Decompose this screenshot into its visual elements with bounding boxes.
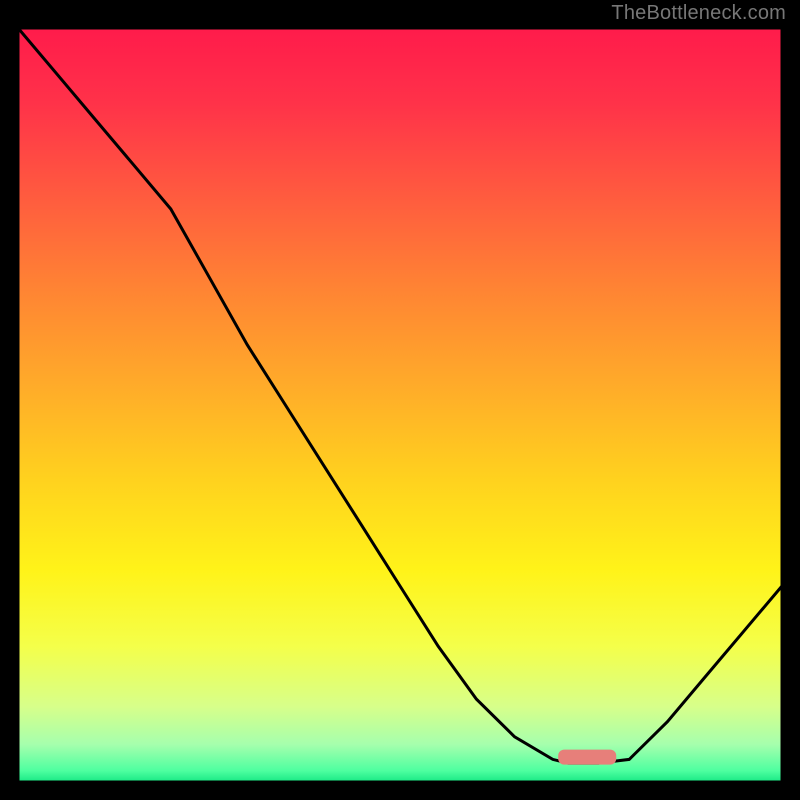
plot-background — [18, 28, 782, 782]
bottleneck-chart — [0, 0, 800, 800]
chart-container: TheBottleneck.com — [0, 0, 800, 800]
optimum-marker — [558, 750, 616, 765]
